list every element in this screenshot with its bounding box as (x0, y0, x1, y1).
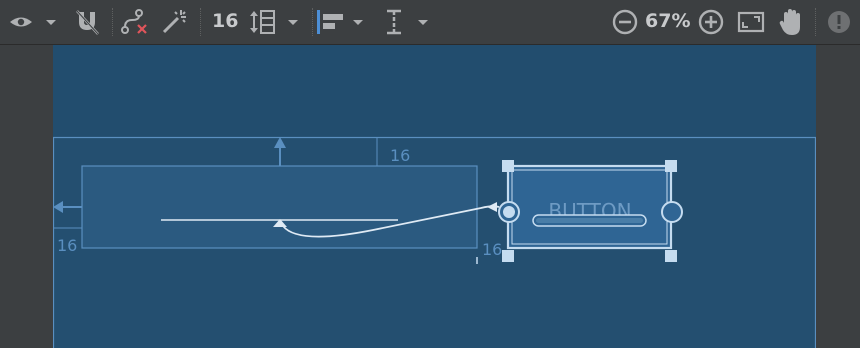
zoom-out-icon (612, 9, 638, 35)
zoom-to-fit-button[interactable] (737, 10, 765, 34)
guidelines-button[interactable] (384, 8, 432, 36)
zoom-in-icon (698, 9, 724, 35)
magnet-off-icon (76, 10, 99, 35)
resize-handle-bottom-right[interactable] (665, 250, 677, 262)
toolbar-separator (312, 8, 313, 36)
toolbar-separator (112, 8, 113, 36)
zoom-out-button[interactable] (612, 9, 638, 35)
edit-text-widget[interactable] (81, 165, 478, 249)
warning-icon (828, 11, 850, 33)
margin-top-label: 16 (390, 146, 410, 165)
align-left-icon (317, 10, 363, 34)
resize-handle-top-left[interactable] (502, 160, 514, 172)
toolbar-separator (815, 8, 816, 36)
toolbar-separator (200, 8, 201, 36)
zoom-level-label: 67% (645, 10, 691, 32)
right-anchor[interactable] (661, 201, 683, 223)
margin-button-label: 16 (482, 240, 502, 259)
zoom-in-button[interactable] (698, 9, 724, 35)
pan-button[interactable] (778, 7, 804, 37)
align-button[interactable] (316, 8, 366, 36)
layout-editor-toolbar: 16 67% (0, 0, 860, 45)
autoconnect-toggle[interactable] (74, 8, 100, 36)
view-options-button[interactable] (8, 10, 58, 34)
default-margins-button[interactable]: 16 (212, 10, 238, 32)
clear-constraints-button[interactable] (120, 8, 152, 36)
constraint-clear-icon (121, 9, 147, 34)
editor-margin-right (816, 45, 860, 348)
margin-left-label: 16 (57, 236, 77, 255)
button-widget[interactable]: BUTTON (506, 164, 673, 250)
resize-handle-bottom-left[interactable] (502, 250, 514, 262)
constraint-layout: 16 16 16 BUTTON (53, 136, 816, 348)
hand-icon (779, 9, 800, 35)
pack-expand-icon (250, 10, 298, 34)
zoom-to-fit-icon (737, 11, 765, 33)
infer-constraints-button[interactable] (160, 8, 190, 36)
magic-wand-icon (162, 10, 186, 34)
editor-margin-left (0, 45, 53, 348)
resize-handle-top-right[interactable] (665, 160, 677, 172)
guideline-vertical-icon (387, 9, 428, 35)
pack-button[interactable] (248, 8, 302, 36)
warnings-button[interactable] (826, 9, 852, 35)
blueprint-canvas[interactable]: 16 16 16 BUTTON (53, 45, 816, 348)
eye-icon (10, 17, 56, 27)
